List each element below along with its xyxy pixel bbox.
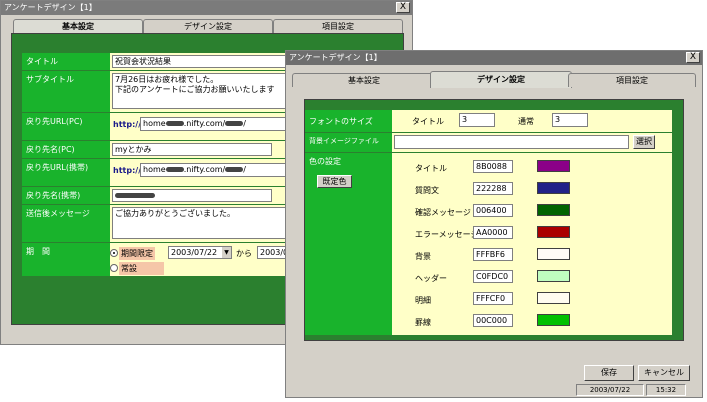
- return-name-mobile-input[interactable]: [112, 189, 272, 202]
- return-url-mobile-label: 戻り先URL(携帯): [22, 159, 110, 186]
- return-url-pc-part-c: /: [243, 119, 246, 128]
- font-normal-label: 通常: [518, 117, 534, 126]
- title-label: タイトル: [22, 53, 110, 70]
- back-window-titlebar: アンケートデザイン【1】: [1, 1, 412, 15]
- period-kara-label: から: [236, 249, 252, 258]
- color-settings-cell: [392, 153, 672, 335]
- front-window: アンケートデザイン【1】 X 基本設定 デザイン設定 項目設定 フォントのサイズ…: [285, 50, 703, 398]
- front-tab-items[interactable]: 項目設定: [568, 73, 696, 87]
- blurred-text: [165, 167, 184, 172]
- front-window-titlebar: アンケートデザイン【1】: [286, 51, 702, 65]
- return-url-mobile-part-c: /: [243, 165, 246, 174]
- font-size-label: フォントのサイズ: [305, 110, 392, 132]
- subtitle-label: サブタイトル: [22, 71, 110, 112]
- color-name-header: ヘッダー: [415, 274, 447, 283]
- color-name-error: エラーメッセージ: [415, 230, 479, 239]
- color-name-title: タイトル: [415, 164, 447, 173]
- period-limited-radio[interactable]: [110, 249, 118, 257]
- font-title-label: タイトル: [412, 117, 444, 126]
- color-hex-detail[interactable]: FFFCF0: [473, 292, 513, 305]
- period-start-value: 2003/07/22: [171, 248, 218, 257]
- back-tab-items[interactable]: 項目設定: [273, 19, 403, 33]
- blurred-text: [115, 193, 155, 198]
- back-window-title: アンケートデザイン【1】: [4, 3, 97, 12]
- color-name-detail: 明細: [415, 296, 431, 305]
- color-hex-header[interactable]: C0FDC0: [473, 270, 513, 283]
- color-swatch-background[interactable]: [537, 248, 570, 260]
- return-name-pc-input[interactable]: myとかみ: [112, 143, 272, 156]
- blurred-text: [165, 121, 184, 126]
- color-swatch-confirm[interactable]: [537, 204, 570, 216]
- color-name-background: 背景: [415, 252, 431, 261]
- blurred-text: [225, 167, 244, 172]
- title-input[interactable]: 祝賀会状況結果: [112, 55, 287, 68]
- bg-image-input[interactable]: [394, 135, 629, 149]
- color-hex-border[interactable]: 00C000: [473, 314, 513, 327]
- return-url-pc-part-b: .nifty.com/: [183, 119, 226, 128]
- default-color-button[interactable]: 既定色: [317, 175, 352, 188]
- color-hex-error[interactable]: AA0000: [473, 226, 513, 239]
- font-title-size-input[interactable]: 3: [459, 113, 495, 127]
- bg-image-label: 背景イメージファイル: [305, 133, 392, 152]
- return-url-pc-input[interactable]: home .nifty.com/ /: [140, 117, 290, 131]
- status-date: 2003/07/22: [576, 384, 644, 396]
- color-name-confirm: 確認メッセージ: [415, 208, 471, 217]
- color-hex-title[interactable]: 8B0088: [473, 160, 513, 173]
- cancel-button[interactable]: キャンセル: [638, 365, 690, 381]
- color-swatch-detail[interactable]: [537, 292, 570, 304]
- return-url-mobile-part-b: .nifty.com/: [183, 165, 226, 174]
- return-name-pc-label: 戻り先名(PC): [22, 141, 110, 158]
- select-file-button[interactable]: 選択: [633, 135, 655, 149]
- chevron-down-icon: ▼: [222, 247, 231, 258]
- status-time: 15:32: [646, 384, 686, 396]
- color-swatch-question[interactable]: [537, 182, 570, 194]
- after-message-textarea[interactable]: ご協力ありがとうございました。: [112, 207, 287, 239]
- after-message-label: 送信後メッセージ: [22, 205, 110, 242]
- color-name-border: 罫線: [415, 318, 431, 327]
- color-hex-confirm[interactable]: 006400: [473, 204, 513, 217]
- return-url-mobile-input[interactable]: home .nifty.com/ /: [140, 163, 290, 177]
- period-start-select[interactable]: 2003/07/22 ▼: [168, 246, 232, 259]
- return-url-mobile-prefix: http://: [113, 166, 142, 175]
- front-tab-basic[interactable]: 基本設定: [292, 73, 436, 87]
- period-always-radio[interactable]: [110, 264, 118, 272]
- back-close-button[interactable]: X: [396, 2, 410, 13]
- return-url-mobile-part-a: home: [143, 165, 166, 174]
- color-swatch-header[interactable]: [537, 270, 570, 282]
- front-close-button[interactable]: X: [686, 52, 700, 63]
- period-always-label: 常設: [119, 262, 164, 275]
- color-swatch-error[interactable]: [537, 226, 570, 238]
- back-tab-design[interactable]: デザイン設定: [143, 19, 273, 33]
- return-url-pc-part-a: home: [143, 119, 166, 128]
- return-url-pc-prefix: http://: [113, 120, 142, 129]
- blurred-text: [225, 121, 244, 126]
- return-name-mobile-label: 戻り先名(携帯): [22, 187, 110, 204]
- color-swatch-title[interactable]: [537, 160, 570, 172]
- front-window-title: アンケートデザイン【1】: [289, 53, 382, 62]
- period-label: 期 間: [22, 243, 110, 276]
- return-url-pc-label: 戻り先URL(PC): [22, 113, 110, 140]
- color-hex-background[interactable]: FFFBF6: [473, 248, 513, 261]
- font-normal-size-input[interactable]: 3: [552, 113, 588, 127]
- color-name-question: 質問文: [415, 186, 439, 195]
- back-tab-basic[interactable]: 基本設定: [13, 19, 143, 33]
- color-swatch-border[interactable]: [537, 314, 570, 326]
- front-tab-design[interactable]: デザイン設定: [430, 71, 572, 88]
- design-panel: フォントのサイズ タイトル 3 通常 3 背景イメージファイル 選択 色の設定 …: [304, 99, 684, 341]
- color-hex-question[interactable]: 222288: [473, 182, 513, 195]
- save-button[interactable]: 保存: [584, 365, 634, 381]
- period-limited-label: 期間限定: [119, 247, 155, 260]
